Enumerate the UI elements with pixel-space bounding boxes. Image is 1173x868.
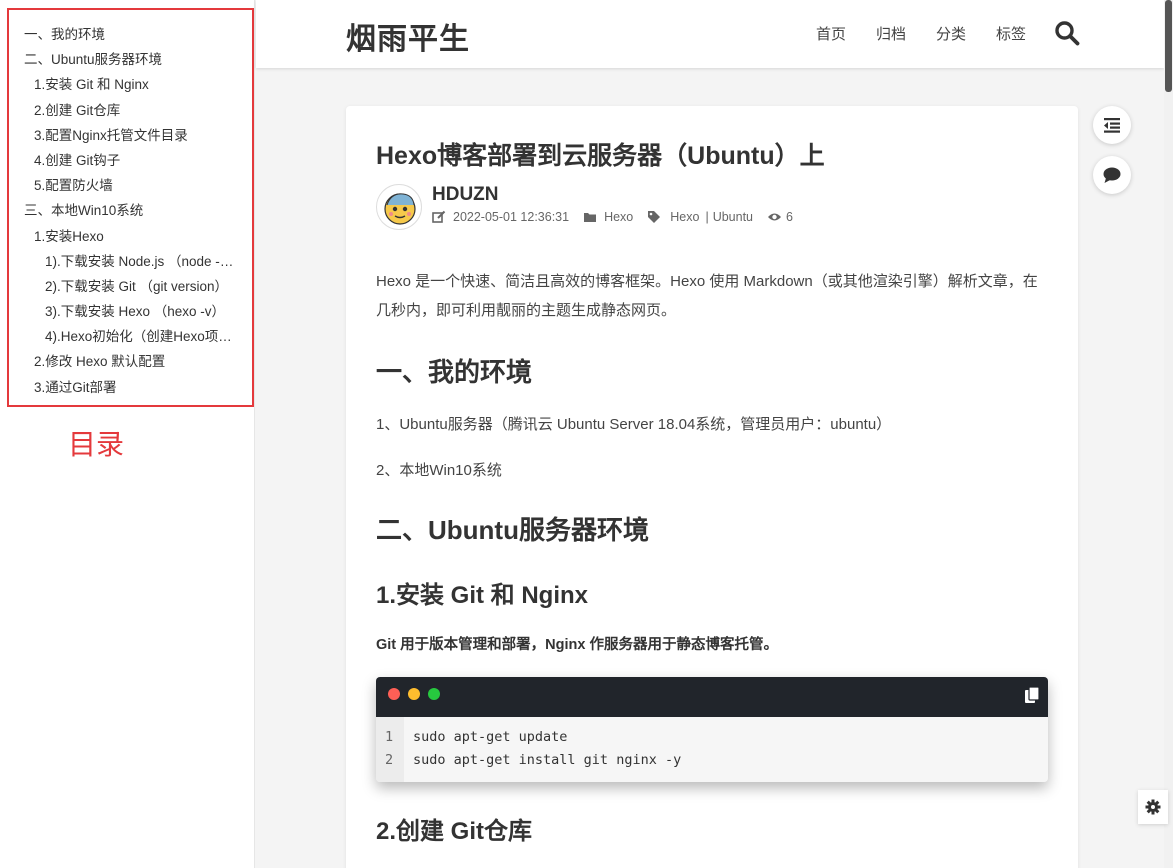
article-card: Hexo博客部署到云服务器（Ubuntu）上 HDUZN 2022-05-01 …	[346, 106, 1078, 868]
toc-item[interactable]: 三、本地Win10系统	[9, 198, 252, 223]
toc-item[interactable]: 2.创建 Git仓库	[9, 98, 252, 123]
toc-toggle-button[interactable]	[1093, 106, 1131, 144]
toc-item[interactable]: 4.创建 Git钩子	[9, 148, 252, 173]
main-nav: 首页 归档 分类 标签	[816, 23, 1056, 44]
toc-item[interactable]: 1.安装Hexo	[9, 224, 252, 249]
nav-home[interactable]: 首页	[816, 23, 846, 44]
scrollbar-thumb[interactable]	[1165, 0, 1172, 92]
env-item-server: 1、Ubuntu服务器（腾讯云 Ubuntu Server 18.04系统，管理…	[376, 416, 892, 433]
post-title: Hexo博客部署到云服务器（Ubuntu）上	[376, 142, 825, 170]
scrollbar[interactable]	[1164, 0, 1173, 868]
heading-create-repo: 2.创建 Git仓库	[376, 818, 533, 845]
avatar-cartoon-icon	[384, 193, 416, 225]
toc-item[interactable]: 1).下载安装 Node.js （node -v）	[9, 249, 252, 274]
toc-item[interactable]: 2).下载安装 Git （git version）	[9, 274, 252, 299]
edit-icon	[432, 210, 446, 223]
toc-item[interactable]: 二、Ubuntu服务器环境	[9, 47, 252, 72]
code-line-number: 1	[385, 729, 394, 745]
toc-item[interactable]: 5.配置防火墙	[9, 173, 252, 198]
site-header: 烟雨平生 首页 归档 分类 标签	[256, 0, 1164, 68]
post-tag[interactable]: Hexo	[670, 210, 699, 224]
sidebar: 一、我的环境 二、Ubuntu服务器环境 1.安装 Git 和 Nginx 2.…	[0, 0, 255, 868]
toc-item[interactable]: 一、我的环境	[9, 22, 252, 47]
toc-item[interactable]: 4).Hexo初始化（创建Hexo项目）	[9, 324, 252, 349]
toc-item[interactable]: 3).下载安装 Hexo （hexo -v）	[9, 299, 252, 324]
heading-install-git-nginx: 1.安装 Git 和 Nginx	[376, 582, 589, 609]
window-dot-red	[388, 688, 400, 700]
nav-archive[interactable]: 归档	[876, 23, 906, 44]
eye-icon	[768, 213, 782, 221]
comment-button[interactable]	[1093, 156, 1131, 194]
code-line-number: 2	[385, 752, 394, 768]
gear-icon	[1145, 799, 1161, 815]
toc-annotation-label: 目录	[68, 429, 125, 460]
site-title[interactable]: 烟雨平生	[346, 14, 470, 58]
toc-item[interactable]: 1.安装 Git 和 Nginx	[9, 72, 252, 97]
nav-tags[interactable]: 标签	[996, 23, 1026, 44]
toc-item[interactable]: 3.通过Git部署	[9, 375, 252, 400]
window-dot-yellow	[408, 688, 420, 700]
code-line[interactable]: sudo apt-get update	[413, 729, 567, 745]
avatar[interactable]	[376, 184, 422, 230]
window-dot-green	[428, 688, 440, 700]
post-views: 6	[786, 210, 793, 224]
toc-item[interactable]: 3.配置Nginx托管文件目录	[9, 123, 252, 148]
toc-item[interactable]: 2.修改 Hexo 默认配置	[9, 349, 252, 374]
post-date: 2022-05-01 12:36:31	[453, 210, 570, 224]
copy-icon[interactable]	[1024, 686, 1040, 704]
code-line[interactable]: sudo apt-get install git nginx -y	[413, 752, 681, 768]
install-description: Git 用于版本管理和部署，Nginx 作服务器用于静态博客托管。	[376, 637, 778, 653]
env-item-local: 2、本地Win10系统	[376, 462, 502, 479]
author-name[interactable]: HDUZN	[432, 184, 499, 206]
post-category[interactable]: Hexo	[604, 210, 633, 224]
settings-button[interactable]	[1138, 790, 1168, 824]
nav-categories[interactable]: 分类	[936, 23, 966, 44]
code-gutter	[376, 717, 404, 782]
post-intro: Hexo 是一个快速、简洁且高效的博客框架。Hexo 使用 Markdown（或…	[376, 273, 1038, 319]
tag-separator: |	[705, 210, 709, 224]
heading-my-env: 一、我的环境	[376, 357, 533, 387]
code-toolbar	[376, 677, 1048, 717]
table-of-contents: 一、我的环境 二、Ubuntu服务器环境 1.安装 Git 和 Nginx 2.…	[7, 8, 254, 407]
post-meta: 2022-05-01 12:36:31 Hexo Hexo | Ubuntu 6	[432, 210, 793, 224]
post-tag[interactable]: Ubuntu	[713, 210, 753, 224]
tag-icon	[648, 211, 661, 223]
heading-ubuntu-server: 二、Ubuntu服务器环境	[376, 515, 649, 545]
toc-toggle-icon	[1104, 118, 1120, 133]
folder-icon	[584, 213, 597, 222]
search-icon[interactable]	[1054, 20, 1080, 46]
comment-icon	[1103, 167, 1121, 183]
code-block: 1 sudo apt-get update 2 sudo apt-get ins…	[376, 677, 1048, 782]
code-body[interactable]: 1 sudo apt-get update 2 sudo apt-get ins…	[376, 717, 1048, 782]
